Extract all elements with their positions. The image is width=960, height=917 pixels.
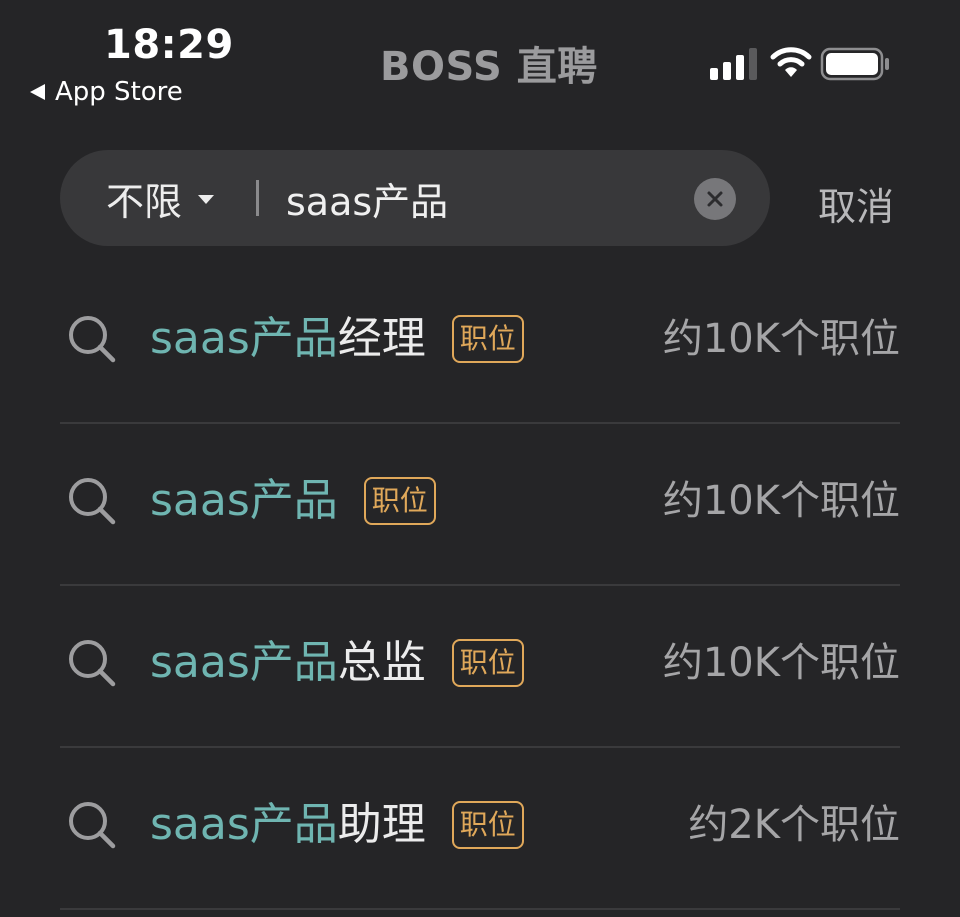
back-app-label: App Store (55, 77, 183, 107)
divider (60, 908, 900, 910)
search-divider (256, 180, 259, 216)
clear-search-button[interactable] (694, 178, 736, 220)
suggestion-match: saas产品 (150, 475, 338, 526)
suggestion-count: 约10K个职位 (662, 316, 900, 362)
suggestion-match: saas产品 (150, 637, 338, 688)
app-title: BOSS 直聘 (380, 44, 598, 90)
cancel-button[interactable]: 取消 (818, 176, 894, 231)
suggestion-item[interactable]: saas产品 经理 职位 约10K个职位 (60, 262, 900, 424)
suggestion-term: saas产品 经理 职位 (150, 312, 524, 366)
search-icon (69, 478, 116, 525)
search-icon (69, 640, 116, 687)
status-bar: 18:29 App Store BOSS 直聘 (0, 0, 960, 120)
suggestion-match: saas产品 (150, 313, 338, 364)
back-to-app-store[interactable]: App Store (30, 76, 183, 108)
suggestion-term: saas产品 职位 (150, 474, 436, 528)
suggestion-item[interactable]: saas产品 助理 职位 约2K个职位 (60, 748, 900, 910)
search-icon (69, 316, 116, 363)
position-tag: 职位 (451, 315, 524, 363)
suggestion-term: saas产品 助理 职位 (150, 798, 524, 852)
search-input[interactable] (286, 168, 686, 228)
filter-dropdown[interactable]: 不限 (106, 150, 215, 246)
back-arrow-icon (30, 84, 45, 100)
suggestion-suffix: 总监 (337, 637, 426, 688)
search-bar: 不限 (60, 150, 770, 246)
suggestion-match: saas产品 (150, 799, 338, 850)
suggestion-item[interactable]: saas产品 总监 职位 约10K个职位 (60, 586, 900, 748)
suggestion-count: 约2K个职位 (688, 802, 900, 848)
signal-icon (710, 48, 757, 80)
suggestion-suffix: 经理 (337, 313, 426, 364)
battery-icon (820, 47, 889, 81)
filter-label: 不限 (106, 179, 183, 224)
position-tag: 职位 (451, 639, 524, 687)
suggestion-count: 约10K个职位 (662, 640, 900, 686)
caret-down-icon (198, 194, 215, 204)
suggestion-suffix: 助理 (337, 799, 426, 850)
position-tag: 职位 (451, 801, 524, 849)
suggestion-item[interactable]: saas产品 职位 约10K个职位 (60, 424, 900, 586)
search-icon (69, 802, 116, 849)
suggestion-term: saas产品 总监 职位 (150, 636, 524, 690)
clear-icon (707, 191, 723, 207)
suggestion-count: 约10K个职位 (662, 478, 900, 524)
status-time: 18:29 (104, 22, 234, 68)
position-tag: 职位 (363, 477, 436, 525)
wifi-icon (770, 47, 812, 77)
